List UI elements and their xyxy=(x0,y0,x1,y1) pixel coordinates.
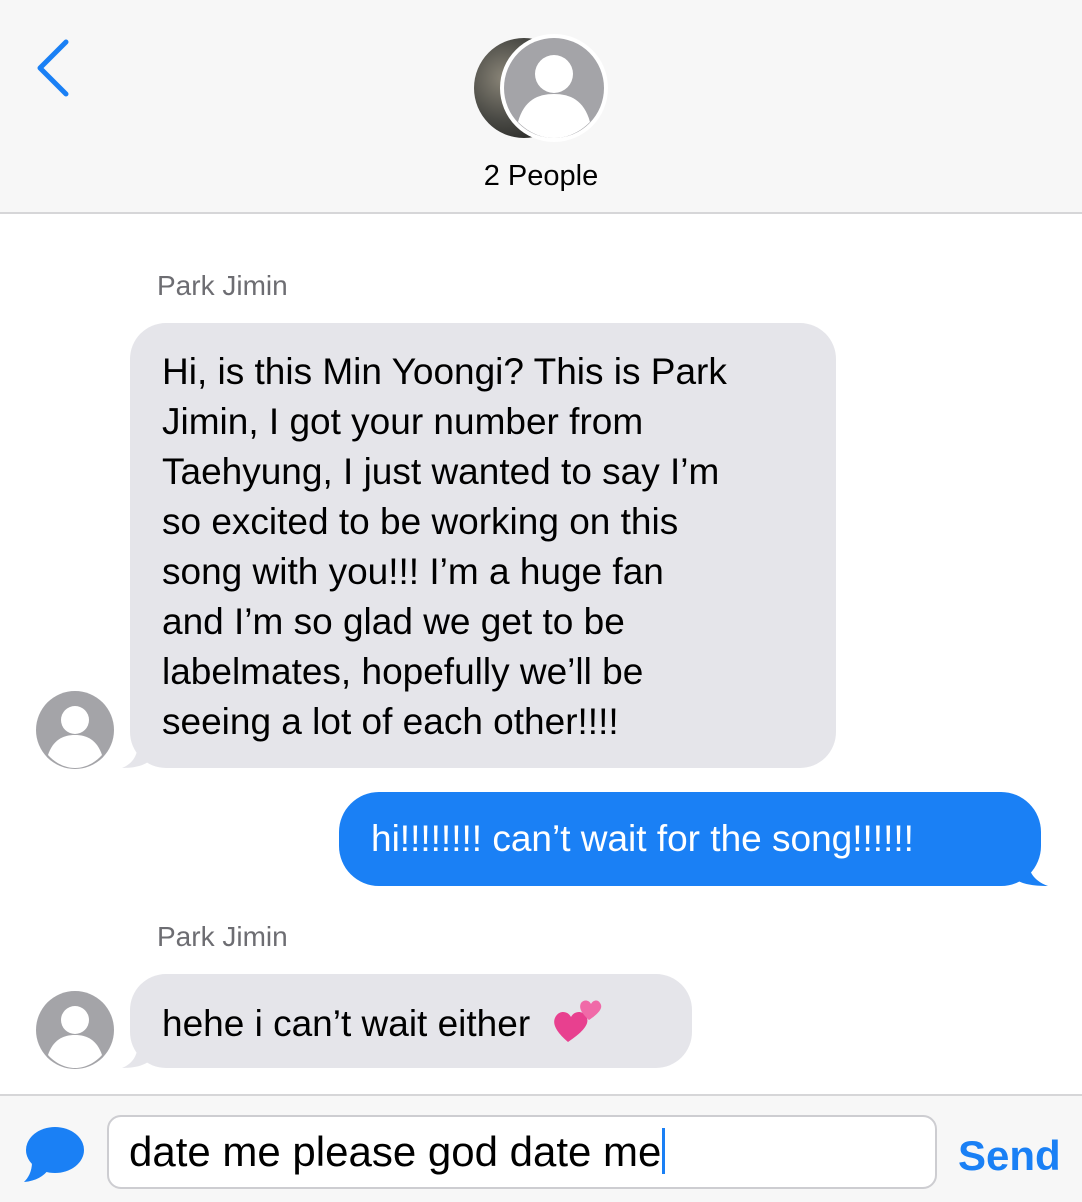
person-icon xyxy=(504,38,604,138)
message-bubble-incoming[interactable]: Hi, is this Min Yoongi? This is Park Jim… xyxy=(130,323,836,768)
person-icon xyxy=(36,691,114,769)
message-line: seeing a lot of each other!!!! xyxy=(162,701,619,742)
sender-name: Park Jimin xyxy=(157,921,288,952)
message-input-text: date me please god date me xyxy=(129,1128,662,1175)
avatar[interactable] xyxy=(35,690,115,770)
message-line: Jimin, I got your number from xyxy=(162,401,644,442)
group-avatars[interactable] xyxy=(470,34,610,144)
send-button[interactable]: Send xyxy=(958,1132,1061,1180)
message-line: labelmates, hopefully we’ll be xyxy=(162,651,644,692)
avatar[interactable] xyxy=(35,990,115,1070)
imessage-button[interactable] xyxy=(22,1124,86,1184)
two-hearts-emoji-icon xyxy=(554,1000,602,1042)
message-bubble-incoming[interactable]: hehe i can’t wait either xyxy=(130,974,692,1068)
text-caret xyxy=(662,1128,666,1174)
message-line: song with you!!! I’m a huge fan xyxy=(162,551,664,592)
group-title[interactable]: 2 People xyxy=(0,160,1082,193)
sender-name: Park Jimin xyxy=(157,270,288,301)
message-line: and I’m so glad we get to be xyxy=(162,601,625,642)
person-icon xyxy=(36,991,114,1069)
speech-bubble-icon xyxy=(24,1127,84,1182)
message-input[interactable]: date me please god date me xyxy=(107,1115,937,1189)
message-line: Hi, is this Min Yoongi? This is Park xyxy=(162,351,727,392)
chevron-left-icon xyxy=(37,39,69,97)
avatar xyxy=(500,34,608,142)
message-line: Taehyung, I just wanted to say I’m xyxy=(162,451,720,492)
message-bubble-outgoing[interactable]: hi!!!!!!!! can’t wait for the song!!!!!! xyxy=(339,792,1041,886)
message-line: so excited to be working on this xyxy=(162,501,679,542)
conversation-header: 2 People xyxy=(0,0,1082,214)
message-text: hehe i can’t wait either xyxy=(162,1003,531,1044)
back-button[interactable] xyxy=(30,36,80,100)
